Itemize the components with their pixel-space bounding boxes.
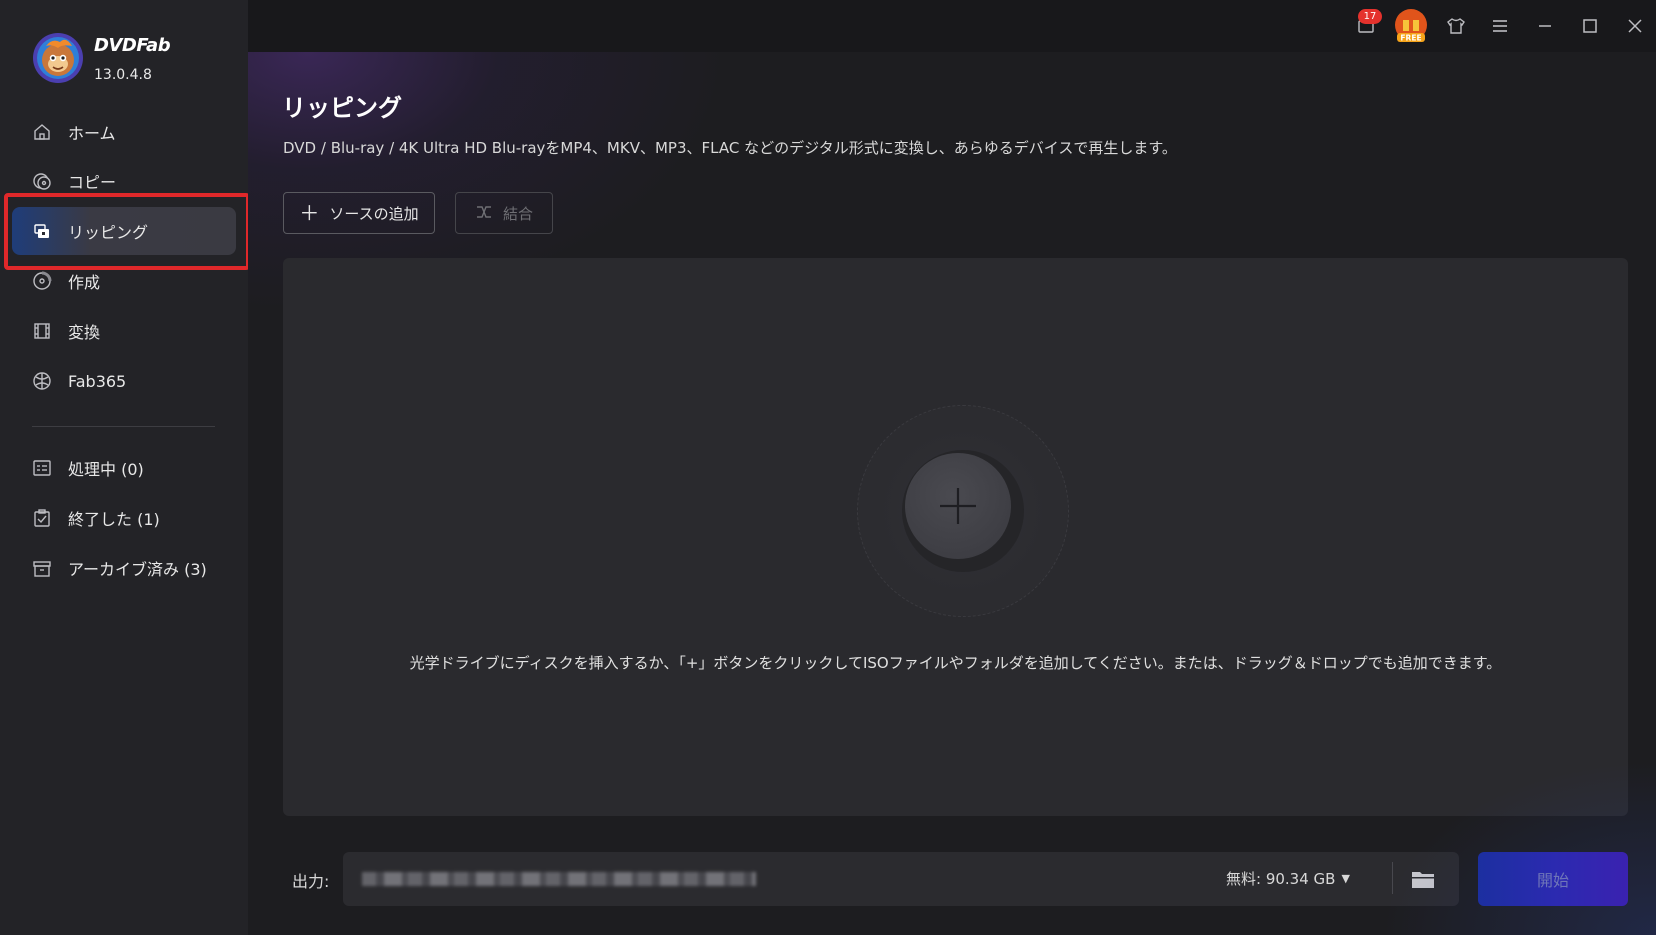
film-icon xyxy=(32,321,52,341)
processing-list-icon xyxy=(32,458,52,478)
sidebar-divider xyxy=(32,426,215,427)
merge-icon xyxy=(475,203,493,224)
free-gift-icon[interactable]: FREE xyxy=(1393,8,1429,44)
minimize-icon[interactable] xyxy=(1531,12,1559,40)
fab365-icon xyxy=(32,371,52,391)
start-button[interactable]: 開始 xyxy=(1478,852,1628,906)
sidebar-item-label: 終了した (1) xyxy=(68,510,160,529)
home-icon xyxy=(32,122,52,142)
copy-disc-icon xyxy=(32,171,52,191)
free-space-dropdown[interactable]: 無料: 90.34 GB ▼ xyxy=(1226,868,1350,889)
add-plus-button[interactable] xyxy=(905,453,1011,559)
sidebar-item-creator[interactable]: 作成 xyxy=(12,257,236,305)
sidebar-item-archived[interactable]: アーカイブ済み (3) xyxy=(12,544,236,592)
sidebar-item-converter[interactable]: 変換 xyxy=(12,307,236,355)
sidebar-item-label: リッピング xyxy=(68,223,149,242)
drop-hint-text: 光学ドライブにディスクを挿入するか、「+」ボタンをクリックしてISOファイルやフ… xyxy=(409,654,1502,672)
free-badge-text: FREE xyxy=(1400,34,1421,43)
sidebar-item-processing[interactable]: 処理中 (0) xyxy=(12,444,236,492)
sidebar-item-home[interactable]: ホーム xyxy=(12,108,236,156)
sidebar-item-label: Fab365 xyxy=(68,371,127,391)
merge-button[interactable]: 結合 xyxy=(455,192,553,234)
sidebar-item-label: アーカイブ済み (3) xyxy=(68,560,207,579)
app-version: 13.0.4.8 xyxy=(94,67,152,83)
archive-box-icon xyxy=(32,558,52,578)
sidebar-item-copy[interactable]: コピー xyxy=(12,157,236,205)
plus-icon: ＋ xyxy=(299,201,320,225)
sidebar-item-ripper[interactable]: リッピング xyxy=(12,207,236,255)
close-icon[interactable] xyxy=(1621,12,1649,40)
brand-name: DVDFab xyxy=(94,35,171,56)
merge-label: 結合 xyxy=(502,204,533,223)
output-label: 出力: xyxy=(292,872,330,891)
sidebar-item-fab365[interactable]: Fab365 xyxy=(12,357,236,405)
page-description: DVD / Blu-ray / 4K Ultra HD Blu-rayをMP4、… xyxy=(283,139,1177,157)
sidebar-item-label: 変換 xyxy=(68,323,101,342)
sidebar-item-label: コピー xyxy=(68,173,117,192)
finished-clipboard-icon xyxy=(32,508,52,528)
caret-down-icon: ▼ xyxy=(1341,872,1350,885)
menu-icon[interactable] xyxy=(1486,12,1514,40)
maximize-icon[interactable] xyxy=(1576,12,1604,40)
add-source-label: ソースの追加 xyxy=(329,204,419,223)
sidebar-item-label: 作成 xyxy=(68,273,101,292)
output-divider xyxy=(1392,862,1393,894)
output-path-redacted xyxy=(362,872,756,886)
notification-count-badge: 17 xyxy=(1358,9,1382,24)
folder-icon[interactable] xyxy=(1410,866,1436,892)
ripper-icon xyxy=(32,221,52,241)
creator-disc-icon xyxy=(32,271,52,291)
sidebar-item-finished[interactable]: 終了した (1) xyxy=(12,494,236,542)
free-space-value: 無料: 90.34 GB xyxy=(1226,870,1336,888)
shirt-skin-icon[interactable] xyxy=(1442,12,1470,40)
page-title: リッピング xyxy=(282,94,402,122)
plus-icon xyxy=(940,488,976,524)
sidebar-item-label: ホーム xyxy=(68,124,116,143)
sidebar-item-label: 処理中 (0) xyxy=(68,460,144,479)
dvdfab-logo-icon xyxy=(32,32,84,84)
sidebar: DVDFab 13.0.4.8 ホーム コピー リッピング 作成 変換 Fab3… xyxy=(0,0,250,935)
add-source-button[interactable]: ＋ ソースの追加 xyxy=(283,192,435,234)
